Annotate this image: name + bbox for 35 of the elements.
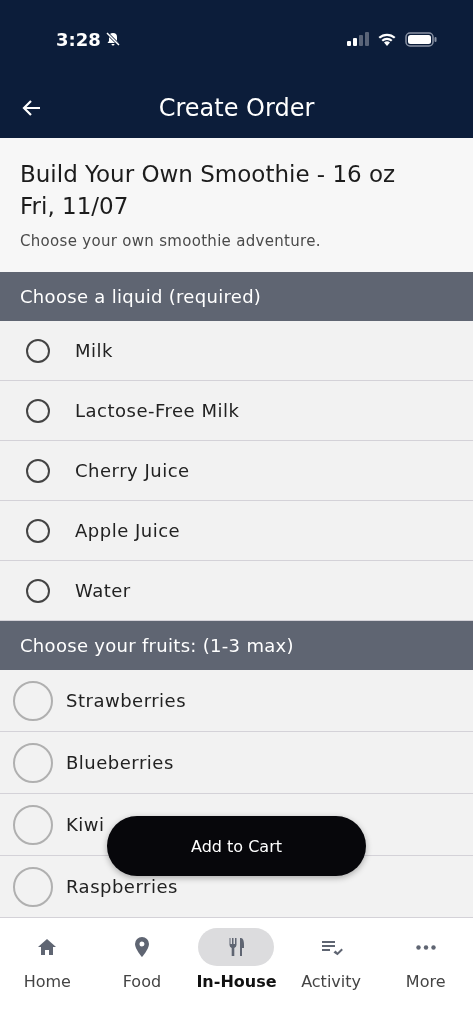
section-header: Choose your fruits: (1-3 max) <box>0 621 473 670</box>
nav-tab[interactable]: Home <box>0 928 95 1024</box>
option-label: Milk <box>75 340 113 361</box>
radio-button[interactable] <box>13 742 53 783</box>
signal-icon <box>347 32 369 46</box>
option-label: Strawberries <box>66 690 187 711</box>
more-icon <box>415 944 436 950</box>
page-title: Create Order <box>158 94 316 122</box>
option-label: Blueberries <box>66 752 174 773</box>
nav-tab[interactable]: In-House <box>189 928 284 1024</box>
add-to-cart-button[interactable]: Add to Cart <box>107 816 366 876</box>
option-label: Apple Juice <box>75 520 181 541</box>
radio-button[interactable] <box>13 866 53 907</box>
status-time: 3:28 <box>56 28 101 50</box>
option-label: Kiwi <box>66 814 105 835</box>
item-description: Choose your own smoothie adventure. <box>20 232 322 250</box>
order-date: Fri, 11/07 <box>20 192 130 221</box>
radio-button[interactable] <box>26 518 50 543</box>
battery-icon <box>405 31 437 47</box>
radio-button[interactable] <box>13 680 53 721</box>
item-title: Build Your Own Smoothie - 16 oz <box>20 160 397 189</box>
radio-button[interactable] <box>26 578 50 603</box>
radio-button[interactable] <box>26 458 50 483</box>
radio-button[interactable] <box>26 398 50 423</box>
radio-button[interactable] <box>13 804 53 845</box>
nav-tab[interactable]: More <box>378 928 473 1024</box>
nav-tab[interactable]: Activity <box>283 928 379 1024</box>
wifi-icon <box>377 32 397 46</box>
option-label: Raspberries <box>66 876 178 897</box>
option-label: Water <box>75 580 131 601</box>
nav-tab[interactable]: Food <box>94 928 190 1024</box>
option-label: Cherry Juice <box>75 460 190 481</box>
section-header: Choose a liquid (required) <box>0 272 473 321</box>
radio-button[interactable] <box>26 338 50 363</box>
option-label: Lactose-Free Milk <box>75 400 240 421</box>
